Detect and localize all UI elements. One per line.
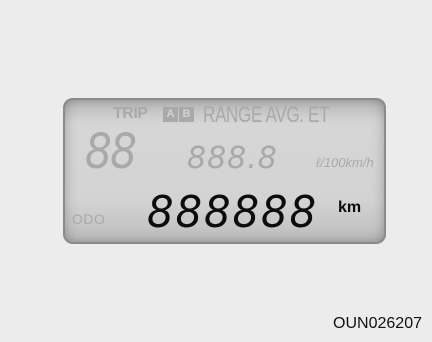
fuel-unit-indicator: ℓ/100km/h	[316, 155, 374, 170]
trip-a-indicator: A	[163, 107, 178, 122]
trip-b-indicator: B	[179, 107, 194, 122]
odometer-digits: 888888	[147, 187, 318, 238]
lcd-display-panel: TRIP A B RANGE AVG. ET 88 888.8 ℓ/100km/…	[63, 98, 386, 244]
large-segment-display: 88	[85, 124, 137, 180]
trip-indicator: TRIP	[113, 105, 148, 122]
medium-segment-display: 888.8	[187, 141, 278, 176]
odometer-unit: km	[338, 199, 362, 216]
figure-code: OUN026207	[333, 315, 422, 332]
odo-indicator: ODO	[72, 211, 106, 227]
mode-indicator: RANGE AVG. ET	[203, 102, 330, 127]
